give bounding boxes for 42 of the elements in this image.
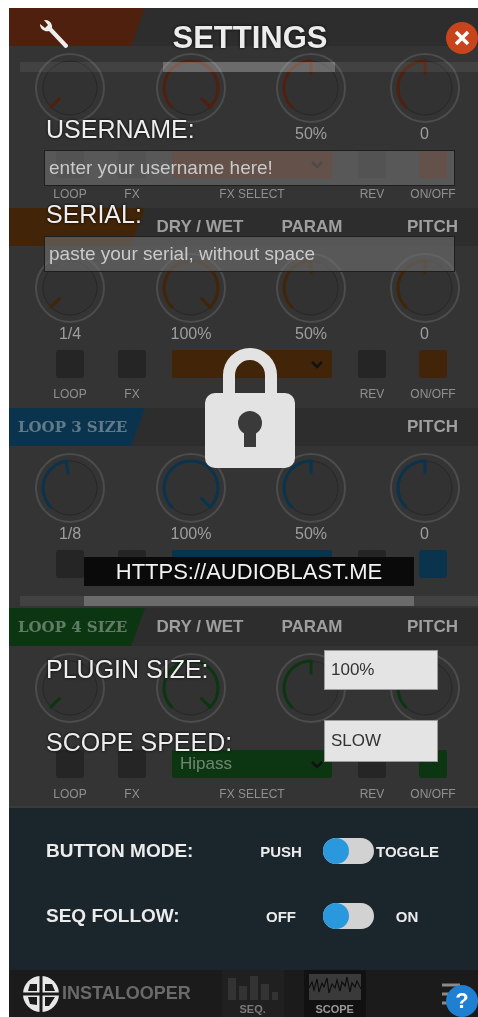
button-caption: FX [124, 788, 140, 800]
option-label: PUSH [259, 842, 303, 860]
button-caption: REV [359, 388, 385, 400]
knob-value: 0 [420, 325, 429, 343]
knob-value: 50% [295, 125, 327, 143]
button-caption: FX [124, 188, 140, 200]
button-caption: ON/OFF [410, 788, 456, 800]
option-label: TOGGLE [376, 842, 438, 860]
button-caption: REV [359, 188, 385, 200]
button-caption: LOOP [53, 788, 87, 800]
column-heading: PITCH [407, 617, 458, 636]
button-caption: ON/OFF [410, 188, 456, 200]
button-caption: FX SELECT [219, 788, 285, 800]
knob-value: 100% [170, 525, 212, 543]
button-caption: ON/OFF [410, 388, 456, 400]
button-caption: FX [124, 388, 140, 400]
knob-value: 100% [170, 325, 212, 343]
knob-value: 0 [420, 525, 429, 543]
option-label: PLUGIN SIZE: [46, 656, 209, 682]
knob-value: 1/8 [58, 525, 82, 543]
knob-value: 50% [295, 325, 327, 343]
column-heading: PARAM [281, 217, 343, 236]
column-heading: PITCH [407, 217, 458, 236]
knob-value: 0 [420, 125, 429, 143]
setting-label: SEQ FOLLOW: [46, 905, 181, 927]
setting-label: BUTTON MODE: [46, 840, 195, 862]
option-label: OFF [265, 907, 297, 925]
button-caption: REV [359, 788, 385, 800]
column-heading: PITCH [407, 417, 458, 436]
knob-value: 50% [295, 525, 327, 543]
brand-name: INSTALOOPER [62, 983, 191, 1004]
button-caption: LOOP [53, 388, 87, 400]
column-heading: DRY / WET [156, 217, 244, 236]
option-label: ON [394, 907, 420, 925]
settings-title: SETTINGS [171, 20, 329, 56]
field-label: USERNAME: [46, 116, 195, 142]
column-heading: PARAM [281, 617, 343, 636]
button-caption: FX SELECT [219, 188, 285, 200]
knob-value: 1/4 [58, 325, 82, 343]
button-caption: LOOP [53, 188, 87, 200]
column-heading: DRY / WET [156, 617, 244, 636]
field-label: SERIAL: [46, 201, 142, 227]
